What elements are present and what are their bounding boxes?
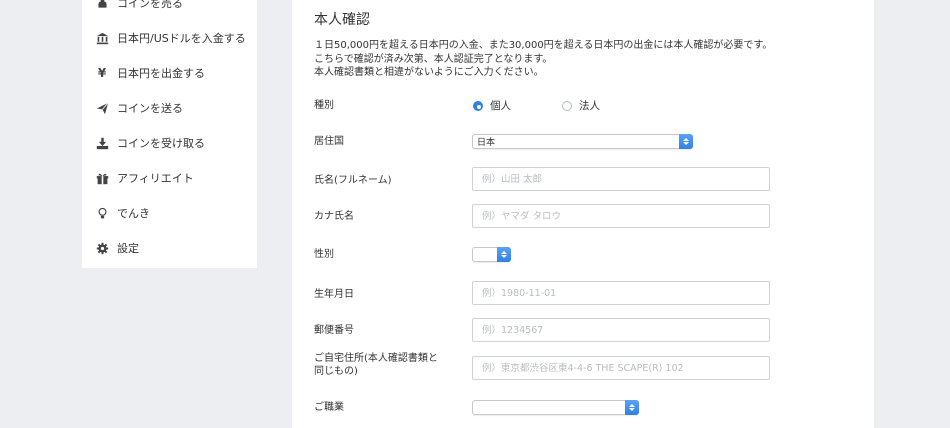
radio-corporation[interactable]: 法人 xyxy=(562,98,600,113)
sidebar-item-label: アフィリエイト xyxy=(117,172,194,185)
gift-icon xyxy=(95,171,109,185)
sidebar-item-receive-coin[interactable]: コインを受け取る xyxy=(95,133,205,153)
postal-label: 郵便番号 xyxy=(314,325,354,336)
address-label-line: ご自宅住所(本人確認書類と xyxy=(314,353,438,364)
occupation-label: ご職業 xyxy=(314,402,344,413)
download-icon xyxy=(95,136,109,150)
description-line: １日50,000円を超える日本円の入金、また30,000円を超える日本円の出金に… xyxy=(314,40,773,51)
sidebar-item-affiliate[interactable]: アフィリエイト xyxy=(95,168,194,188)
type-radio-group: 個人 法人 xyxy=(473,98,600,113)
radio-corporation-dot[interactable] xyxy=(562,100,572,111)
coin-sell-icon xyxy=(95,0,109,10)
radio-corporation-label: 法人 xyxy=(579,100,600,112)
yen-icon: ¥ xyxy=(97,66,107,80)
select-arrows-icon xyxy=(679,134,693,149)
page-title: 本人確認 xyxy=(314,12,370,28)
radio-individual[interactable]: 個人 xyxy=(473,98,511,113)
country-label: 居住国 xyxy=(314,136,344,147)
type-label: 種別 xyxy=(314,100,334,111)
gender-label: 性別 xyxy=(314,249,334,260)
sidebar-item-send-coin[interactable]: コインを送る xyxy=(95,98,183,118)
birthdate-input[interactable] xyxy=(472,281,770,305)
sidebar-item-label: 日本円を出金する xyxy=(117,67,205,80)
address-label: ご自宅住所(本人確認書類と 同じもの) xyxy=(314,352,438,378)
postal-code-input[interactable] xyxy=(472,318,770,342)
name-input[interactable] xyxy=(472,167,770,191)
country-select-value: 日本 xyxy=(477,138,496,148)
occupation-select[interactable] xyxy=(472,400,639,415)
sidebar: コインを売る 日本円/USドルを入金する ¥ 日本円を出金する コインを送る コ… xyxy=(82,0,257,268)
kana-input[interactable] xyxy=(472,204,770,228)
country-select[interactable]: 日本 xyxy=(472,134,693,149)
bank-icon xyxy=(95,31,109,45)
identity-verification-panel: 本人確認 １日50,000円を超える日本円の入金、また30,000円を超える日本… xyxy=(292,0,874,428)
birth-label: 生年月日 xyxy=(314,289,354,300)
address-label-line: 同じもの) xyxy=(314,366,358,377)
sidebar-item-label: コインを売る xyxy=(117,0,183,10)
gender-select[interactable] xyxy=(472,247,511,262)
gear-icon xyxy=(95,241,109,255)
kana-label: カナ氏名 xyxy=(314,211,354,222)
sidebar-item-settings[interactable]: 設定 xyxy=(95,238,139,258)
radio-individual-dot[interactable] xyxy=(473,100,483,111)
name-label: 氏名(フルネーム) xyxy=(314,175,392,186)
select-arrows-icon xyxy=(625,400,639,415)
description-line: こちらで確認が済み次第、本人認証完了となります。 xyxy=(314,53,553,65)
address-input[interactable] xyxy=(472,356,770,380)
send-icon xyxy=(95,101,109,115)
sidebar-item-denki[interactable]: でんき xyxy=(95,203,150,223)
sidebar-item-sell-coin[interactable]: コインを売る xyxy=(95,0,183,13)
lightbulb-icon xyxy=(95,206,109,220)
radio-individual-label: 個人 xyxy=(490,100,511,112)
sidebar-item-withdraw[interactable]: ¥ 日本円を出金する xyxy=(95,63,205,83)
select-arrows-icon xyxy=(497,247,511,262)
sidebar-item-deposit[interactable]: 日本円/USドルを入金する xyxy=(95,28,246,48)
description-line: 本人確認書類と相違がないようにご入力ください。 xyxy=(314,67,544,78)
description: １日50,000円を超える日本円の入金、また30,000円を超える日本円の出金に… xyxy=(314,39,854,80)
sidebar-item-label: コインを送る xyxy=(117,102,183,115)
sidebar-item-label: 設定 xyxy=(117,242,139,255)
sidebar-item-label: コインを受け取る xyxy=(117,137,205,150)
sidebar-item-label: 日本円/USドルを入金する xyxy=(117,32,246,45)
sidebar-item-label: でんき xyxy=(117,207,150,220)
